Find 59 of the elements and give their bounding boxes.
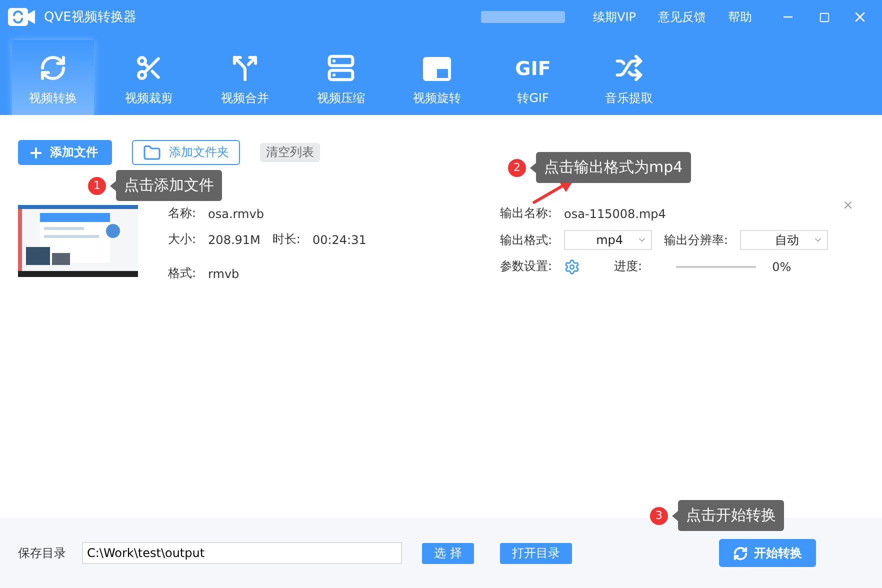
open-directory-button[interactable]: 打开目录 (500, 542, 572, 564)
gif-icon: GIF (515, 56, 551, 82)
callout-bubble: 点击开始转换 (678, 500, 784, 531)
clear-list-button[interactable]: 清空列表 (260, 143, 320, 162)
choose-button[interactable]: 选 择 (422, 542, 474, 564)
save-directory-label: 保存目录 (18, 544, 66, 562)
resolution-label: 输出分辨率: (664, 232, 728, 248)
callout-bubble: 点击添加文件 (116, 170, 222, 201)
nav-tab[interactable]: 音乐提取 (588, 40, 670, 115)
format-label: 格式: (168, 265, 196, 282)
output-name: osa-115008.mp4 (564, 206, 666, 220)
nav-tab[interactable]: GIF 转GIF (492, 40, 574, 115)
refresh-icon (39, 54, 67, 82)
file-size: 208.91M (208, 232, 260, 246)
output-name-label: 输出名称: (500, 205, 552, 222)
add-folder-button[interactable]: 添加文件夹 (132, 140, 240, 165)
step-number-badge: 1 (88, 176, 106, 194)
nav-tab[interactable]: 视频合并 (204, 40, 286, 115)
header-link[interactable]: 意见反馈 (658, 8, 706, 26)
duration-label: 时长: (272, 231, 300, 248)
maximize-icon (818, 12, 830, 22)
progress-label: 进度: (614, 258, 642, 275)
step-number-badge: 2 (508, 158, 526, 176)
output-format-dropdown[interactable]: mp4 (564, 230, 652, 250)
callout-pointer-icon (110, 180, 116, 190)
nav-tab[interactable]: 视频压缩 (300, 40, 382, 115)
header-link[interactable]: 帮助 (728, 8, 752, 26)
callout-pointer-icon (530, 162, 536, 172)
nav-tab[interactable]: 视频转换 (12, 40, 94, 115)
size-label: 大小: (168, 231, 196, 248)
file-format: rmvb (208, 266, 240, 280)
header-link[interactable]: 续期VIP (593, 8, 636, 26)
nav-tab[interactable]: 视频旋转 (396, 40, 478, 115)
output-format-label: 输出格式: (500, 232, 552, 248)
close-icon[interactable] (842, 199, 854, 211)
settings-icon[interactable] (564, 258, 580, 274)
merge-arrow-icon (231, 54, 259, 82)
progress-percent: 0% (772, 260, 792, 274)
params-label: 参数设置: (500, 258, 552, 275)
file-duration: 00:24:31 (312, 232, 366, 246)
plus-icon (28, 144, 44, 160)
shuffle-icon (615, 54, 643, 82)
name-label: 名称: (168, 205, 196, 222)
file-name: osa.rmvb (208, 206, 264, 220)
callout-pointer-icon (672, 510, 678, 520)
start-convert-button[interactable]: 开始转换 (719, 539, 816, 567)
add-file-button[interactable]: 添加文件 (18, 140, 112, 165)
picture-in-picture-icon (422, 56, 452, 82)
window-title: QVE视频转换器 (44, 9, 138, 26)
refresh-icon (733, 546, 748, 560)
step-number-badge: 3 (650, 506, 668, 524)
app-logo-icon (8, 7, 36, 27)
scissors-icon (135, 54, 163, 82)
path-input-field[interactable]: C:\Work\test\output (82, 542, 402, 564)
resolution-dropdown[interactable]: 自动 (740, 230, 828, 250)
callout-bubble: 点击输出格式为mp4 (536, 152, 691, 183)
nav-tab[interactable]: 视频裁剪 (108, 40, 190, 115)
folder-icon (143, 144, 161, 162)
server-icon (327, 54, 355, 82)
